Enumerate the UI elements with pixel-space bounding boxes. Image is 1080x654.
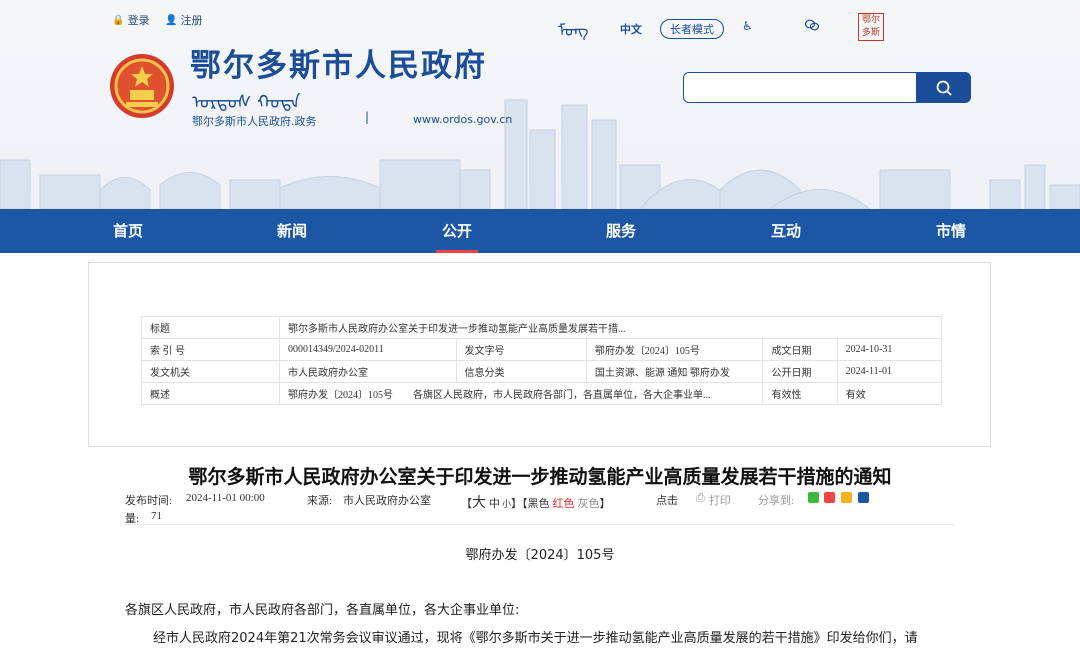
made-date-label: 成文日期 <box>762 338 838 361</box>
document-info-panel: 标题 鄂尔多斯市人民政府办公室关于印发进一步推动氢能产业高质量发展若干措... … <box>88 262 991 447</box>
site-title: 鄂尔多斯市人民政府 <box>190 48 487 84</box>
bracket-close: 】 <box>599 498 611 510</box>
print-button[interactable]: ⎙ 打印 <box>696 492 731 508</box>
people-share-icon[interactable] <box>858 492 869 503</box>
publish-date-value: 2024-11-01 <box>836 360 943 383</box>
nav-active-indicator <box>436 250 478 253</box>
nav-item-news[interactable]: 新闻 <box>262 209 322 253</box>
mongolian-language-link[interactable]: ᠮᠣᠩ <box>558 13 589 41</box>
share-label: 分享到: <box>758 495 795 507</box>
source-label: 来源: <box>307 495 333 507</box>
search-input[interactable] <box>683 72 917 103</box>
nav-item-service[interactable]: 服务 <box>591 209 651 253</box>
weibo-share-icon[interactable] <box>824 492 835 503</box>
category-value: 国土资源、能源 通知 鄂府办发 <box>585 360 764 383</box>
print-label: 打印 <box>708 495 731 507</box>
printer-icon: ⎙ <box>696 492 705 504</box>
login-label: 登录 <box>127 14 150 27</box>
table-row: 发文机关 市人民政府办公室 信息分类 国土资源、能源 通知 鄂府办发 公开日期 … <box>141 360 943 383</box>
site-subtitle: 鄂尔多斯市人民政府.政务 <box>192 115 317 128</box>
color-gray-button[interactable]: 灰色 <box>578 495 600 511</box>
table-row: 索 引 号 000014349/2024-02011 发文字号 鄂府办发〔202… <box>141 338 943 361</box>
nav-item-home[interactable]: 首页 <box>98 209 158 253</box>
title-label: 标题 <box>141 316 280 339</box>
search-button[interactable] <box>916 72 971 103</box>
docno-label: 发文字号 <box>455 338 587 361</box>
issuer-value: 市人民政府办公室 <box>279 360 457 383</box>
addressee-line: 各旗区人民政府，市人民政府各部门，各直属单位，各大企事业单位: <box>125 603 520 618</box>
title-separator: | <box>365 110 370 124</box>
font-large-button[interactable]: 大 <box>472 492 486 512</box>
register-link[interactable]: 👤 注册 <box>165 12 202 28</box>
site-header: 🔒 登录 👤 注册 鄂尔多斯市人民政府 ᠣᠷᠳᠣᠰ ᠬᠣᠲᠠ 鄂尔多斯市人民政府… <box>0 0 1080 209</box>
article-title: 鄂尔多斯市人民政府办公室关于印发进一步推动氢能产业高质量发展若干措施的通知 <box>188 466 892 488</box>
category-label: 信息分类 <box>455 360 587 383</box>
wechat-icon[interactable] <box>804 19 820 34</box>
color-black-button[interactable]: 黑色 <box>528 495 550 511</box>
wechat-share-icon[interactable] <box>808 492 819 503</box>
font-size-switcher: 【 大 中 小 】【 黑色 红色 灰色 】 <box>461 492 611 512</box>
national-emblem-logo <box>110 54 174 118</box>
title-value: 鄂尔多斯市人民政府办公室关于印发进一步推动氢能产业高质量发展若干措... <box>279 316 942 339</box>
clicks-label: 点击 <box>656 495 678 507</box>
mongolian-script-title: ᠣᠷᠳᠣᠰ ᠬᠣᠲᠠ <box>192 92 301 113</box>
divider <box>125 524 955 525</box>
nav-item-city-info[interactable]: 市情 <box>921 209 981 253</box>
nav-item-public[interactable]: 公开 <box>427 209 487 253</box>
register-label: 注册 <box>180 14 203 27</box>
publish-time-label: 发布时间: <box>125 495 173 507</box>
table-row: 标题 鄂尔多斯市人民政府办公室关于印发进一步推动氢能产业高质量发展若干措... <box>141 316 942 339</box>
summary-value: 鄂府办发〔2024〕105号 各旗区人民政府，市人民政府各部门，各直属单位，各大… <box>278 382 764 405</box>
document-number: 鄂府办发〔2024〕105号 <box>465 548 615 563</box>
color-red-button[interactable]: 红色 <box>553 495 575 511</box>
chinese-language-link[interactable]: 中文 <box>620 21 642 37</box>
font-small-button[interactable]: 小 <box>502 497 511 510</box>
validity-value: 有效 <box>836 382 943 405</box>
qzone-share-icon[interactable] <box>841 492 852 503</box>
document-metadata-table: 标题 鄂尔多斯市人民政府办公室关于印发进一步推动氢能产业高质量发展若干措... … <box>141 316 943 405</box>
validity-label: 有效性 <box>762 382 838 405</box>
ordos-stamp-logo[interactable]: 鄂尔 多斯 <box>858 13 884 41</box>
summary-label: 概述 <box>141 382 280 405</box>
index-value: 000014349/2024-02011 <box>279 338 457 361</box>
table-row: 概述 鄂府办发〔2024〕105号 各旗区人民政府，市人民政府各部门，各直属单位… <box>141 382 943 405</box>
lock-icon: 🔒 <box>112 14 125 26</box>
search-icon <box>936 80 952 96</box>
bracket-open: 【 <box>461 498 472 510</box>
main-navigation: 首页 新闻 公开 服务 互动 市情 <box>0 209 1080 253</box>
site-url: www.ordos.gov.cn <box>413 113 513 126</box>
index-label: 索 引 号 <box>141 338 280 361</box>
body-paragraph: 经市人民政府2024年第21次常务会议审议通过，现将《鄂尔多斯市关于进一步推动氢… <box>153 631 918 646</box>
docno-value: 鄂府办发〔2024〕105号 <box>585 338 764 361</box>
publish-time: 2024-11-01 00:00 <box>186 492 265 504</box>
font-medium-button[interactable]: 中 <box>489 495 500 511</box>
bracket-mid: 】【 <box>511 498 528 510</box>
clicks-value: 71 <box>151 510 162 522</box>
nav-item-interaction[interactable]: 互动 <box>756 209 816 253</box>
made-date-value: 2024-10-31 <box>836 338 943 361</box>
source-value: 市人民政府办公室 <box>343 495 431 507</box>
accessibility-icon[interactable]: ♿ <box>742 19 753 33</box>
issuer-label: 发文机关 <box>141 360 280 383</box>
user-icon: 👤 <box>165 14 178 26</box>
login-link[interactable]: 🔒 登录 <box>112 12 149 28</box>
elder-mode-button[interactable]: 长者模式 <box>660 19 724 39</box>
publish-date-label: 公开日期 <box>762 360 838 383</box>
